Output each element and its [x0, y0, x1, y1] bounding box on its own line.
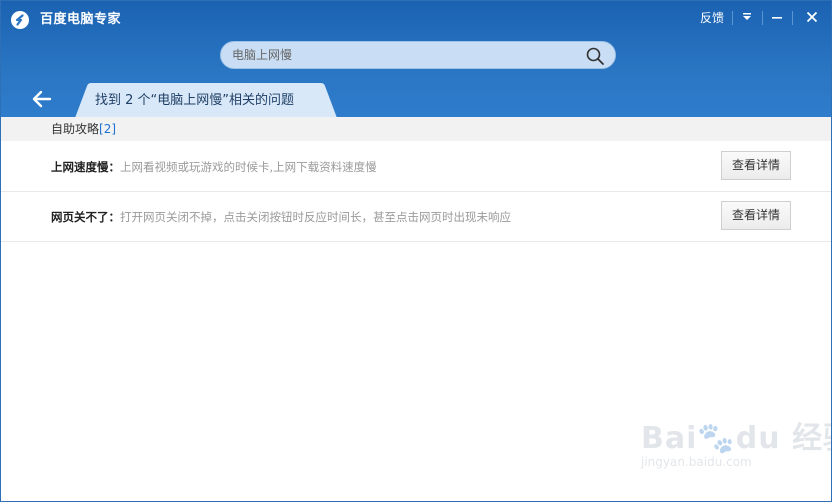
magnifier-icon[interactable] — [585, 46, 605, 66]
watermark-url: jingyan.baidu.com — [641, 455, 752, 469]
section-label: 自助攻略 — [51, 122, 100, 136]
result-title: 网页关不了： — [51, 210, 120, 224]
app-window: 百度电脑专家 反馈 电脑上网慢 找到 2 个“电脑上网慢”相关的问题 自助攻略[… — [0, 0, 832, 502]
section-header: 自助攻略[2] — [1, 117, 831, 141]
minimize-icon[interactable] — [769, 9, 785, 25]
tab-label: 找到 2 个“电脑上网慢”相关的问题 — [95, 93, 295, 108]
title-bar: 百度电脑专家 反馈 电脑上网慢 找到 2 个“电脑上网慢”相关的问题 — [1, 1, 831, 118]
search-box[interactable]: 电脑上网慢 — [220, 41, 616, 69]
result-title: 上网速度慢： — [51, 160, 120, 174]
divider — [732, 11, 733, 25]
result-description: 上网看视频或玩游戏的时候卡,上网下载资料速度慢 — [120, 160, 377, 174]
tab-search-results[interactable]: 找到 2 个“电脑上网慢”相关的问题 — [75, 83, 355, 118]
result-row: 网页关不了：打开网页关闭不掉，点击关闭按钮时反应时间长，甚至点击网页时出现未响应… — [1, 191, 831, 242]
baidu-guard-logo-icon — [11, 11, 29, 29]
back-arrow-icon[interactable] — [31, 89, 53, 109]
result-text: 上网速度慢：上网看视频或玩游戏的时候卡,上网下载资料速度慢 — [51, 160, 377, 174]
watermark-brand: Bai🐾du 经验 — [641, 421, 831, 456]
app-title: 百度电脑专家 — [40, 12, 122, 27]
section-count: [2] — [99, 122, 117, 136]
search-input[interactable]: 电脑上网慢 — [232, 48, 292, 63]
section-title: 自助攻略[2] — [51, 122, 116, 136]
feedback-link[interactable]: 反馈 — [700, 10, 724, 26]
dropdown-triangle-icon[interactable] — [739, 9, 755, 25]
divider — [792, 11, 793, 25]
result-row: 上网速度慢：上网看视频或玩游戏的时候卡,上网下载资料速度慢 查看详情 — [1, 141, 831, 192]
paw-icon: 🐾 — [697, 421, 736, 456]
view-details-button[interactable]: 查看详情 — [721, 151, 791, 180]
divider — [762, 11, 763, 25]
result-description: 打开网页关闭不掉，点击关闭按钮时反应时间长，甚至点击网页时出现未响应 — [120, 210, 511, 224]
close-icon[interactable] — [804, 9, 820, 25]
result-text: 网页关不了：打开网页关闭不掉，点击关闭按钮时反应时间长，甚至点击网页时出现未响应 — [51, 210, 511, 224]
baidu-jingyan-watermark: Bai🐾du 经验 jingyan.baidu.com — [641, 413, 831, 473]
view-details-button[interactable]: 查看详情 — [721, 201, 791, 230]
